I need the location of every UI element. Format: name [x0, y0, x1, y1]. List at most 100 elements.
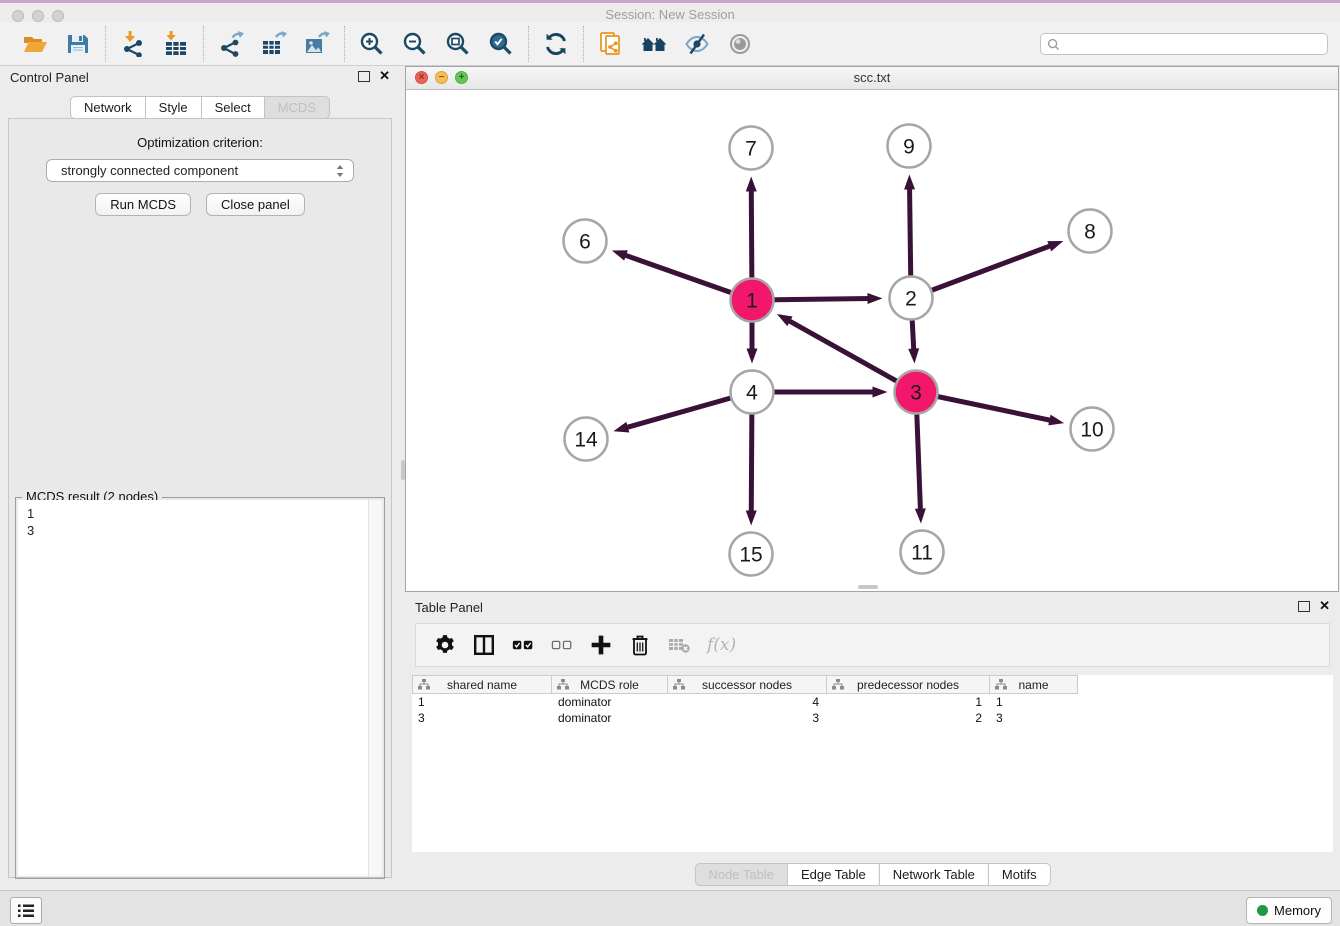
graph-edge-1-6[interactable]: [623, 254, 731, 292]
memory-button[interactable]: Memory: [1246, 897, 1332, 924]
save-session-icon[interactable]: [65, 31, 91, 57]
table-panel-title: Table Panel: [415, 600, 483, 615]
graph-node-2[interactable]: 2: [890, 277, 933, 320]
search-icon: [1047, 38, 1060, 51]
select-all-icon[interactable]: [512, 634, 534, 656]
graph-edge-3-10[interactable]: [938, 397, 1052, 421]
graph-node-14[interactable]: 14: [565, 418, 608, 461]
dropdown-stepper-icon: [335, 163, 345, 179]
column-header-predecessor-nodes[interactable]: predecessor nodes: [827, 675, 990, 694]
tab-style[interactable]: Style: [145, 96, 202, 119]
graph-node-11[interactable]: 11: [901, 531, 944, 574]
svg-text:14: 14: [574, 429, 598, 452]
export-network-icon[interactable]: [218, 31, 244, 57]
float-table-panel-icon[interactable]: [1298, 601, 1310, 612]
graph-node-6[interactable]: 6: [564, 220, 607, 263]
deselect-all-icon[interactable]: [551, 634, 573, 656]
graph-edge-2-3[interactable]: [912, 320, 914, 351]
table-row[interactable]: 1dominator411: [412, 694, 1333, 710]
column-header-successor-nodes[interactable]: successor nodes: [668, 675, 827, 694]
tab-network[interactable]: Network: [70, 96, 146, 119]
window-titlebar: Session: New Session: [0, 0, 1340, 22]
zoom-out-icon[interactable]: [402, 31, 428, 57]
table-cell: 4: [668, 694, 827, 710]
canvas-scroll-handle[interactable]: [858, 585, 878, 589]
table-cell: 3: [990, 710, 1078, 726]
graph-edge-4-14[interactable]: [625, 398, 730, 428]
result-scrollbar[interactable]: [368, 500, 382, 876]
graph-edge-3-11[interactable]: [917, 414, 921, 511]
network-canvas[interactable]: 7 9 6 8 1 2 4 3 14 10 15 11: [406, 90, 1338, 592]
graph-node-9[interactable]: 9: [888, 125, 931, 168]
split-columns-icon[interactable]: [473, 634, 495, 656]
close-panel-icon[interactable]: ✕: [379, 70, 390, 82]
column-label: name: [1018, 678, 1048, 692]
zoom-in-icon[interactable]: [359, 31, 385, 57]
table-cell: 3: [668, 710, 827, 726]
delete-icon[interactable]: [629, 634, 651, 656]
graph-edge-4-15[interactable]: [751, 414, 752, 513]
graph-node-1[interactable]: 1: [731, 279, 774, 322]
graph-node-10[interactable]: 10: [1071, 408, 1114, 451]
column-header-shared-name[interactable]: shared name: [412, 675, 552, 694]
import-network-icon[interactable]: [120, 31, 146, 57]
panel-divider-handle[interactable]: [401, 460, 405, 480]
graph-edge-3-1[interactable]: [787, 320, 896, 381]
export-table-icon[interactable]: [261, 31, 287, 57]
hierarchy-icon: [557, 679, 569, 690]
refresh-icon[interactable]: [543, 31, 569, 57]
open-session-icon[interactable]: [22, 31, 48, 57]
export-image-icon[interactable]: [304, 31, 330, 57]
tab-node-table[interactable]: Node Table: [694, 863, 788, 886]
close-table-panel-icon[interactable]: ✕: [1319, 600, 1330, 612]
column-label: successor nodes: [702, 678, 792, 692]
close-panel-button[interactable]: Close panel: [206, 193, 305, 216]
svg-text:9: 9: [903, 136, 915, 159]
graph-edge-1-7[interactable]: [751, 188, 752, 277]
criterion-select[interactable]: strongly connected component: [46, 159, 354, 182]
graph-node-8[interactable]: 8: [1069, 210, 1112, 253]
node-table: shared nameMCDS role successor nodes prede…: [412, 675, 1333, 852]
import-table-icon[interactable]: [163, 31, 189, 57]
tab-network-table[interactable]: Network Table: [879, 863, 989, 886]
search-field[interactable]: [1040, 33, 1328, 55]
mcds-result-list[interactable]: 13: [18, 500, 382, 876]
hierarchy-icon: [673, 679, 685, 690]
network-file-icon[interactable]: [598, 31, 624, 57]
column-header-name[interactable]: name: [990, 675, 1078, 694]
function-icon: f(x): [707, 635, 736, 655]
graph-node-3[interactable]: 3: [895, 371, 938, 414]
tab-edge-table[interactable]: Edge Table: [787, 863, 880, 886]
zoom-fit-icon[interactable]: [445, 31, 471, 57]
add-icon[interactable]: [590, 634, 612, 656]
graph-node-15[interactable]: 15: [730, 533, 773, 576]
svg-text:7: 7: [745, 138, 757, 161]
graph-edge-arrow-1-7: [746, 176, 757, 191]
run-mcds-button[interactable]: Run MCDS: [95, 193, 191, 216]
task-history-button[interactable]: [10, 897, 42, 924]
graph-node-7[interactable]: 7: [730, 127, 773, 170]
search-input[interactable]: [1060, 36, 1321, 52]
graph-node-4[interactable]: 4: [731, 371, 774, 414]
table-row[interactable]: 3dominator323: [412, 710, 1333, 726]
control-panel: Control Panel ✕ NetworkStyleSelectMCDS O…: [0, 66, 400, 890]
mcds-result-box: MCDS result (2 nodes) 13: [15, 497, 385, 879]
optimization-label: Optimization criterion:: [9, 135, 391, 150]
gear-icon[interactable]: [434, 634, 456, 656]
graph-edge-2-8[interactable]: [932, 245, 1052, 290]
houses-icon[interactable]: [641, 31, 667, 57]
control-panel-tabs: NetworkStyleSelectMCDS: [0, 96, 400, 119]
zoom-selected-icon[interactable]: [488, 31, 514, 57]
tab-motifs[interactable]: Motifs: [988, 863, 1051, 886]
graph-edge-2-9[interactable]: [910, 186, 911, 275]
tab-select[interactable]: Select: [201, 96, 265, 119]
memory-status-icon: [1257, 905, 1268, 916]
network-window: × − + scc.txt 7968124314101511: [405, 66, 1339, 592]
column-header-MCDS-role[interactable]: MCDS role: [552, 675, 668, 694]
tab-mcds[interactable]: MCDS: [264, 96, 330, 119]
table-cell: dominator: [552, 710, 668, 726]
float-panel-icon[interactable]: [358, 71, 370, 82]
eye-slash-icon[interactable]: [684, 31, 710, 57]
graph-edge-arrow-1-2: [867, 293, 882, 304]
graph-edge-1-2[interactable]: [774, 299, 870, 300]
